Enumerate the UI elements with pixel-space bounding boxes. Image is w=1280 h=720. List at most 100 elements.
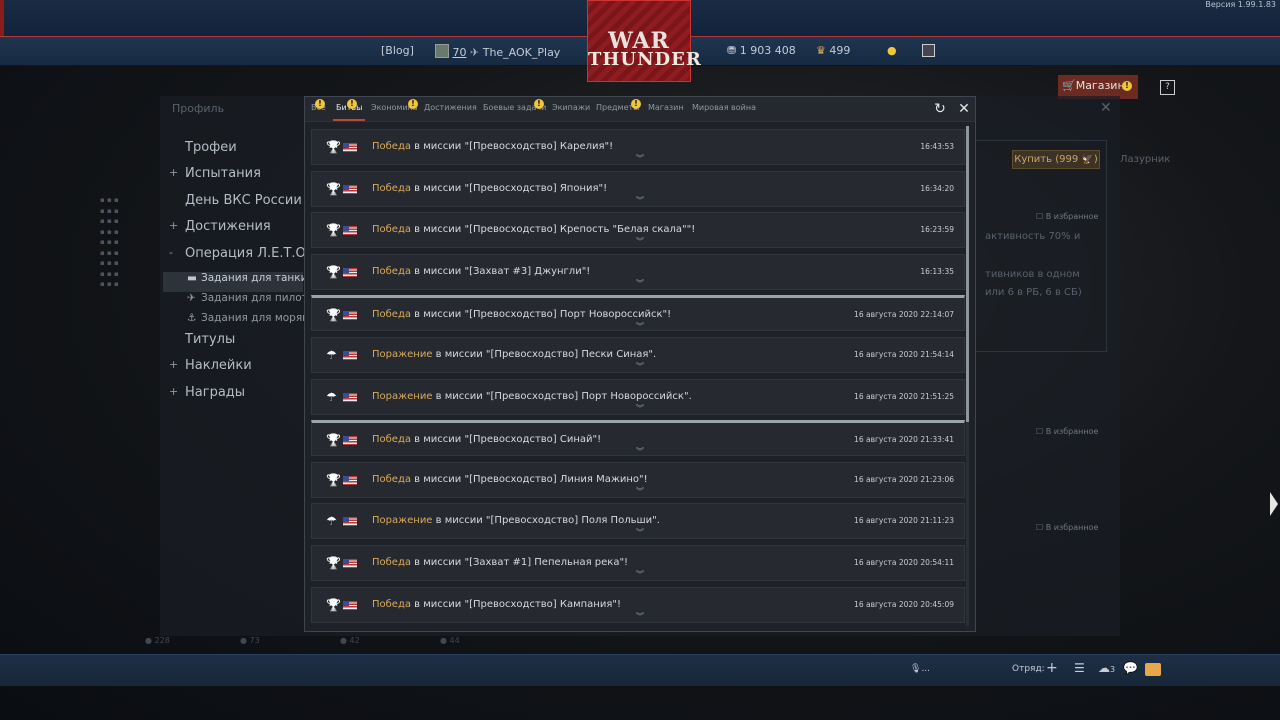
blog-link[interactable]: [Blog] — [381, 44, 414, 57]
battle-mission: в миссии "[Превосходство] Порт Новоросси… — [432, 390, 692, 402]
trophy-icon: 🏆 — [326, 597, 341, 612]
usa-flag-icon — [343, 517, 357, 527]
add-squad-icon[interactable]: + — [1046, 660, 1058, 676]
parachute-icon: ☂ — [326, 389, 337, 404]
tab-shop[interactable]: ! Магазин — [631, 99, 684, 112]
voice-chat[interactable]: 🎙... — [910, 664, 930, 674]
battle-result: Победа — [372, 598, 411, 610]
expand-chevron-icon[interactable]: ︾ — [636, 404, 644, 413]
battle-mission: в миссии "[Захват #1] Пепельная река"! — [411, 557, 629, 568]
silver-icon: ⛃ — [727, 44, 737, 57]
friends-icon[interactable]: ☁3 — [1098, 661, 1115, 675]
favorite-checkbox[interactable]: ☐ В избранное — [1036, 427, 1098, 436]
refresh-icon[interactable]: ↻ — [932, 101, 948, 117]
battle-row[interactable]: 🏆 Победа в миссии "[Превосходство] Синай"… — [311, 420, 965, 457]
silver-lions: ⛃ 1 903 408 — [727, 44, 796, 57]
favorite-label: В избранное — [1045, 427, 1099, 436]
task-text: или 6 в РБ, 6 в СБ) — [985, 287, 1082, 298]
battle-row[interactable]: 🏆 Победа в миссии "[Превосходство] Линия … — [311, 461, 965, 498]
parachute-icon: ☂ — [326, 514, 337, 529]
shop-label: Магазин — [1075, 79, 1125, 92]
accent-line — [0, 0, 4, 36]
battle-row[interactable]: 🏆 Победа в миссии "[Захват #3] Джунгли"! 1… — [311, 253, 965, 290]
tab-battles[interactable]: !Битвы — [336, 99, 362, 112]
battle-message: Победа в миссии "[Захват #3] Джунгли"! — [372, 266, 590, 277]
help-button[interactable]: ? — [1160, 80, 1175, 95]
trophy-icon: 🏆 — [326, 308, 341, 323]
sidemenu-achievements[interactable]: + Достижения — [163, 219, 303, 245]
profile-tab[interactable]: Профиль — [172, 102, 224, 115]
sidemenu-decals[interactable]: + Наклейки — [163, 358, 303, 384]
battle-row[interactable]: ☂ Поражение в миссии "[Превосходство] Пес… — [311, 337, 965, 373]
battle-row[interactable]: 🏆 Победа в миссии "[Превосходство] Кампан… — [311, 586, 965, 623]
expand-chevron-icon[interactable]: ︾ — [636, 323, 644, 331]
chat-icon[interactable]: 💬 — [1123, 661, 1138, 675]
tab-all[interactable]: !Все — [311, 99, 326, 112]
battle-row[interactable]: ☂ Поражение в миссии "[Превосходство] Пол… — [311, 503, 965, 540]
sidemenu-titles[interactable]: Титулы — [163, 332, 303, 358]
tab-world-war[interactable]: Мировая война — [692, 103, 756, 112]
sidemenu-tank-tasks[interactable]: ▬ Задания для танки — [163, 271, 307, 292]
sidemenu-operation-leto[interactable]: - Операция Л.Е.Т.О. — [163, 246, 310, 272]
sidemenu-trophies[interactable]: Трофеи — [163, 140, 303, 166]
scrollbar-thumb[interactable] — [966, 126, 969, 422]
sidemenu-navy-tasks[interactable]: ⚓ Задания для моряк — [163, 312, 309, 332]
battle-result: Поражение — [372, 390, 433, 402]
notification-icon[interactable] — [922, 44, 935, 60]
lightbulb-icon[interactable]: ● — [887, 44, 897, 57]
battle-time: 16 августа 2020 22:14:07 — [854, 310, 954, 320]
stat-value: ● 228 — [145, 636, 170, 645]
battle-row[interactable]: 🏆 Победа в миссии "[Захват #1] Пепельная … — [311, 545, 965, 581]
mail-icon[interactable] — [1145, 663, 1161, 676]
battle-time: 16 августа 2020 20:45:09 — [854, 599, 954, 609]
expand-chevron-icon[interactable]: ︾ — [636, 612, 644, 621]
sidemenu-awards[interactable]: + Награды — [163, 385, 303, 411]
notifications-dialog: !Все !Битвы Экономика !Достижения Боевые… — [304, 96, 976, 632]
battle-mission: в миссии "[Превосходство] Пески Синая". — [432, 349, 657, 360]
expand-chevron-icon[interactable]: ︾ — [636, 238, 644, 246]
tab-achievements[interactable]: ! Достижения — [408, 99, 477, 112]
close-icon[interactable]: ✕ — [956, 101, 972, 117]
battle-message: Победа в миссии "[Превосходство] Кампани… — [372, 599, 621, 610]
list-icon[interactable]: ☰ — [1074, 661, 1085, 675]
game-logo[interactable]: WAR THUNDER — [587, 0, 701, 82]
battle-message: Поражение в миссии "[Превосходство] Порт… — [372, 391, 692, 402]
battle-time: 16 августа 2020 21:54:14 — [854, 350, 954, 359]
golden-eagles[interactable]: ♛ 499 — [816, 44, 850, 57]
stat-value: ● 44 — [440, 636, 460, 645]
expand-chevron-icon[interactable]: ︾ — [636, 279, 644, 288]
usa-flag-icon — [343, 600, 357, 610]
expand-chevron-icon[interactable]: ︾ — [636, 571, 644, 579]
battle-row[interactable]: ☂ Поражение в миссии "[Превосходство] Пор… — [311, 378, 965, 415]
sidemenu-label: Задания для моряк — [201, 311, 309, 324]
battle-message: Победа в миссии "[Превосходство] Карелия… — [372, 141, 613, 152]
favorite-checkbox[interactable]: ☐ В избранное — [1036, 523, 1098, 532]
battle-row[interactable]: 🏆 Победа в миссии "[Превосходство] Крепос… — [311, 212, 965, 249]
expand-chevron-icon[interactable]: ︾ — [636, 448, 644, 456]
trophy-icon: 🏆 — [326, 181, 341, 196]
sidemenu-challenges[interactable]: + Испытания — [163, 166, 303, 192]
battle-row[interactable]: 🏆 Победа в миссии "[Превосходство] Япония… — [311, 170, 965, 207]
expand-chevron-icon[interactable]: ︾ — [636, 363, 644, 371]
sidemenu-pilot-tasks[interactable]: ✈ Задания для пилото — [163, 292, 314, 312]
expand-chevron-icon[interactable]: ︾ — [636, 487, 644, 496]
buy-button[interactable]: Купить (999 🦅) — [1012, 150, 1100, 169]
tab-crews[interactable]: ! Экипажи — [534, 99, 591, 112]
avatar[interactable]: 70 ✈ The_AOK_Play — [435, 44, 560, 59]
battle-result: Победа — [372, 309, 411, 321]
usa-flag-icon — [343, 143, 357, 152]
expand-chevron-icon[interactable]: ︾ — [636, 155, 644, 163]
battle-row[interactable]: 🏆 Победа в миссии "[Превосходство] Порт Н… — [311, 295, 965, 332]
sidemenu-label: Задания для пилото — [201, 291, 315, 304]
tab-label: Экипажи — [552, 103, 591, 112]
battle-row[interactable]: 🏆 Победа в миссии "[Превосходство] Карели… — [311, 129, 965, 165]
battle-message: Победа в миссии "[Превосходство] Порт Но… — [372, 309, 671, 320]
behind-close-icon[interactable]: ✕ — [1100, 100, 1112, 116]
sidemenu-vks-day[interactable]: День ВКС России — [163, 193, 303, 219]
expand-chevron-icon[interactable]: ︾ — [636, 529, 644, 537]
expand-chevron-icon[interactable]: ︾ — [636, 196, 644, 205]
favorite-checkbox[interactable]: ☐ В избранное — [1036, 212, 1098, 221]
avatar-icon — [435, 44, 449, 58]
sidemenu-label: Трофеи — [185, 140, 237, 155]
expand-marker: + — [169, 384, 179, 398]
